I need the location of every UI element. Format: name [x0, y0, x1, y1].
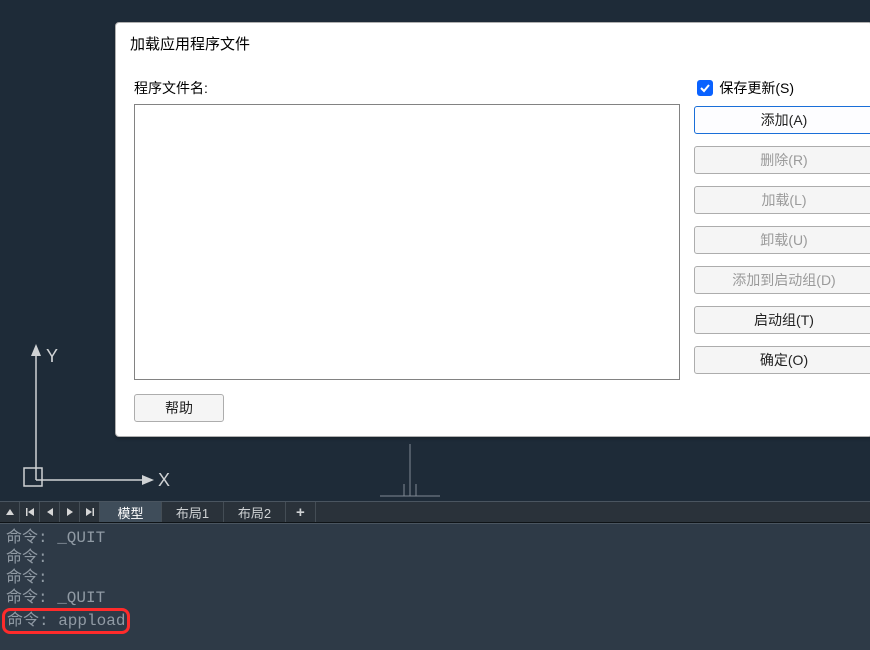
help-button[interactable]: 帮助 — [134, 394, 224, 422]
tab-add-button[interactable]: + — [286, 502, 316, 522]
load-button[interactable]: 加载(L) — [694, 186, 870, 214]
add-button[interactable]: 添加(A) — [694, 106, 870, 134]
startup-group-button[interactable]: 启动组(T) — [694, 306, 870, 334]
cmd-current: 命令: appload — [7, 612, 125, 630]
tab-prev-button[interactable] — [40, 502, 60, 522]
dialog-title: 加载应用程序文件 — [116, 23, 870, 62]
layout-tab-bar: 模型 布局1 布局2 + — [0, 501, 870, 523]
cursor-marker-icon — [380, 444, 440, 504]
ok-button[interactable]: 确定(O) — [694, 346, 870, 374]
appload-dialog: 加载应用程序文件 程序文件名: 保存更新(S) 添加(A) 删除(R) 加载(L… — [115, 22, 870, 437]
unload-button[interactable]: 卸载(U) — [694, 226, 870, 254]
axis-y-label: Y — [46, 346, 58, 366]
file-list[interactable] — [134, 104, 680, 380]
save-update-label: 保存更新(S) — [719, 78, 794, 98]
cmd-line: 命令: _QUIT — [6, 588, 864, 608]
command-history[interactable]: 命令: _QUIT 命令: 命令: 命令: _QUIT 命令: appload — [0, 523, 870, 650]
tab-model[interactable]: 模型 — [100, 502, 162, 522]
add-to-startup-button[interactable]: 添加到启动组(D) — [694, 266, 870, 294]
tab-last-button[interactable] — [80, 502, 100, 522]
tab-layout1[interactable]: 布局1 — [162, 502, 224, 522]
tab-first-button[interactable] — [20, 502, 40, 522]
tab-layout2[interactable]: 布局2 — [224, 502, 286, 522]
cmd-line: 命令: — [6, 568, 864, 588]
checkbox-checked-icon — [697, 80, 713, 96]
delete-button[interactable]: 删除(R) — [694, 146, 870, 174]
cmd-line: 命令: — [6, 548, 864, 568]
axis-x-label: X — [158, 470, 170, 490]
tab-next-button[interactable] — [60, 502, 80, 522]
filename-label: 程序文件名: — [134, 78, 208, 98]
cmd-current-highlight: 命令: appload — [2, 608, 130, 634]
tab-scroll-up-button[interactable] — [0, 502, 20, 522]
save-update-checkbox[interactable]: 保存更新(S) — [697, 78, 794, 98]
cmd-line: 命令: _QUIT — [6, 528, 864, 548]
